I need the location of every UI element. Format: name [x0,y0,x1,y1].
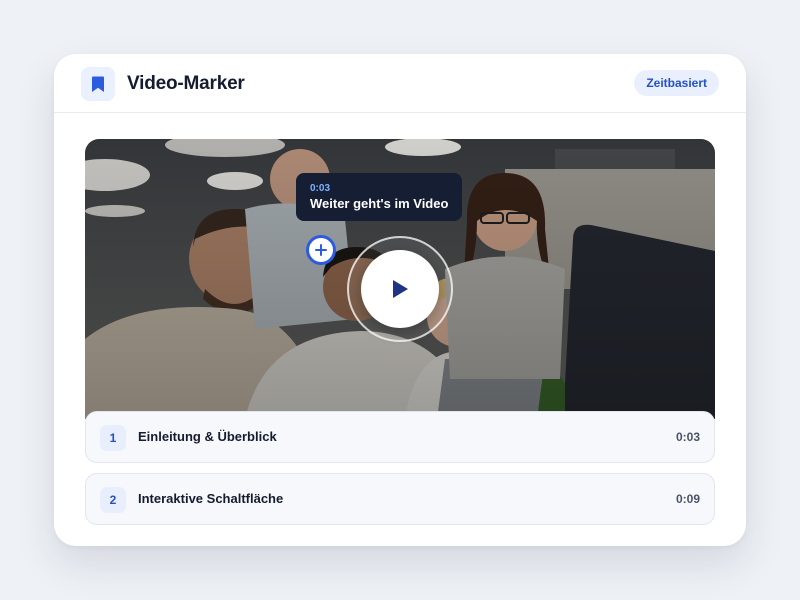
chapter-time: 0:03 [675,430,700,444]
logo [81,67,115,101]
page-title: Video-Marker [127,73,245,94]
tooltip-time: 0:03 [310,183,331,194]
play-button[interactable] [361,250,439,328]
chapter-number: 1 [100,425,126,451]
marker-tooltip: 0:03 Weiter geht's im Video [296,173,463,221]
chapter-item-2[interactable]: 2 Interaktive Schaltfläche 0:09 [85,473,715,525]
chapter-title: Einleitung & Überblick [138,429,277,444]
tooltip-text: Weiter geht's im Video [310,196,449,211]
chapter-time: 0:09 [675,492,700,506]
card-header: Video-Marker Zeitbasiert [54,54,746,113]
plus-icon [315,244,327,256]
chapter-number: 2 [100,487,126,513]
chapter-title: Interaktive Schaltfläche [138,491,284,506]
add-marker-button[interactable] [306,235,336,265]
video-player[interactable]: 0:03 Weiter geht's im Video [85,139,715,419]
chapter-item-1[interactable]: 1 Einleitung & Überblick 0:03 [85,411,715,463]
play-icon [393,280,408,298]
bookmark-icon [92,76,104,92]
mode-badge: Zeitbasiert [634,70,719,96]
video-marker-card: Video-Marker Zeitbasiert 0:03 Weiter geh… [54,54,746,546]
